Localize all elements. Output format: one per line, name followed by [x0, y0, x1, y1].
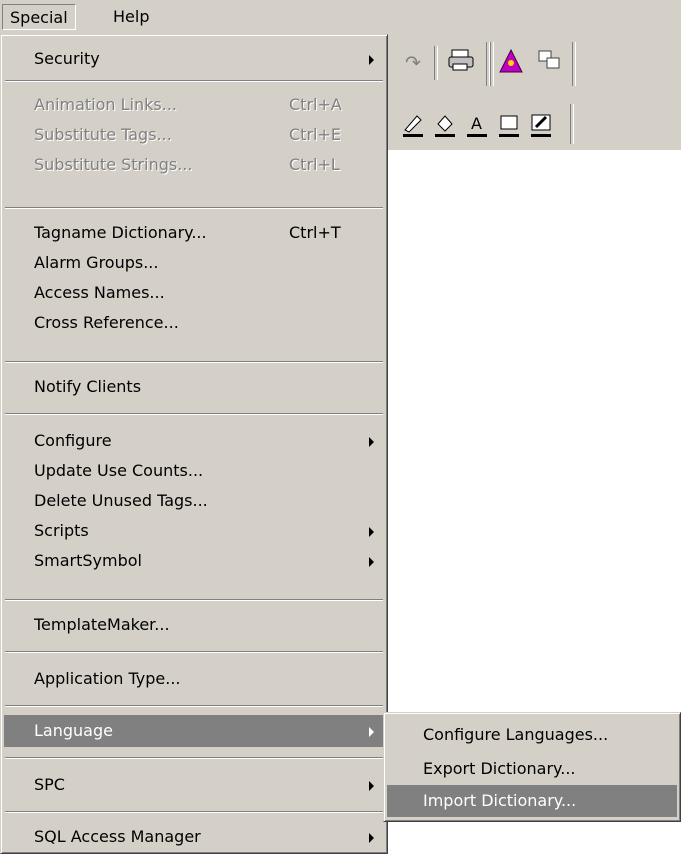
menu-item-animation-links[interactable]: Animation Links... Ctrl+A [4, 89, 384, 121]
menu-item-label: Scripts [34, 521, 89, 540]
menu-item-tagname-dictionary[interactable]: Tagname Dictionary... Ctrl+T [4, 217, 384, 249]
menu-item-label: Notify Clients [34, 377, 142, 396]
menu-separator [5, 651, 383, 653]
fill-color-icon[interactable] [430, 112, 460, 142]
submenu-item-export-dictionary[interactable]: Export Dictionary... [387, 753, 677, 785]
submenu-arrow-icon [369, 527, 374, 537]
line-color-icon[interactable] [398, 112, 428, 142]
menu-item-shortcut: Ctrl+A [289, 95, 342, 114]
submenu-arrow-icon [369, 727, 374, 737]
menu-separator [5, 80, 383, 82]
menu-item-label: Language [34, 721, 113, 740]
menu-item-update-use-counts[interactable]: Update Use Counts... [4, 455, 384, 487]
menu-item-smartsymbol[interactable]: SmartSymbol [4, 545, 384, 577]
toolbar-separator [570, 104, 574, 144]
menu-item-label: Delete Unused Tags... [34, 491, 208, 510]
submenu-arrow-icon [369, 557, 374, 567]
toolbar-separator [490, 42, 494, 86]
menu-item-alarm-groups[interactable]: Alarm Groups... [4, 247, 384, 279]
menu-item-label: Substitute Tags... [34, 125, 172, 144]
menu-item-label: Cross Reference... [34, 313, 179, 332]
menu-item-label: SQL Access Manager [34, 827, 201, 846]
special-menu: Security Animation Links... Ctrl+A Subst… [0, 34, 388, 854]
language-submenu: Configure Languages... Export Dictionary… [383, 712, 681, 822]
menu-item-label: Security [34, 49, 100, 68]
menu-item-label: Export Dictionary... [423, 759, 576, 778]
menu-item-cross-reference[interactable]: Cross Reference... [4, 307, 384, 339]
submenu-arrow-icon [369, 781, 374, 791]
toolbar-separator [434, 46, 438, 80]
menu-help[interactable]: Help [106, 4, 156, 30]
menu-item-sql-access-manager[interactable]: SQL Access Manager [4, 821, 384, 853]
menu-item-label: Alarm Groups... [34, 253, 159, 272]
svg-text:A: A [471, 114, 482, 133]
menu-item-label: Substitute Strings... [34, 155, 193, 174]
menu-item-label: Tagname Dictionary... [34, 223, 207, 242]
submenu-item-configure-languages[interactable]: Configure Languages... [387, 719, 677, 751]
menu-separator [5, 757, 383, 759]
menu-item-scripts[interactable]: Scripts [4, 515, 384, 547]
redo-icon[interactable]: ↷ [398, 48, 428, 78]
submenu-arrow-icon [369, 437, 374, 447]
submenu-arrow-icon [369, 833, 374, 843]
convert-icon[interactable] [534, 48, 564, 78]
menu-separator [5, 413, 383, 415]
menu-item-label: SmartSymbol [34, 551, 142, 570]
menu-item-label: Access Names... [34, 283, 165, 302]
menu-item-security[interactable]: Security [4, 43, 384, 75]
menu-item-label: SPC [34, 775, 65, 794]
menu-item-language[interactable]: Language [4, 715, 384, 747]
menu-item-substitute-strings[interactable]: Substitute Strings... Ctrl+L [4, 149, 384, 181]
menu-item-access-names[interactable]: Access Names... [4, 277, 384, 309]
menu-item-substitute-tags[interactable]: Substitute Tags... Ctrl+E [4, 119, 384, 151]
menu-item-label: Configure Languages... [423, 725, 609, 744]
menu-item-label: Import Dictionary... [423, 791, 577, 810]
print-icon[interactable] [446, 48, 476, 78]
menu-item-notify-clients[interactable]: Notify Clients [4, 371, 384, 403]
menu-special[interactable]: Special [2, 4, 76, 30]
menu-item-label: Configure [34, 431, 112, 450]
menu-item-spc[interactable]: SPC [4, 769, 384, 801]
menu-separator [5, 207, 383, 209]
menu-bar: Special Help [0, 0, 681, 34]
menu-separator [5, 705, 383, 707]
color-pen-icon[interactable] [526, 112, 556, 142]
window-color-icon[interactable] [494, 112, 524, 142]
menu-separator [5, 811, 383, 813]
menu-item-label: Animation Links... [34, 95, 178, 114]
menu-item-configure[interactable]: Configure [4, 425, 384, 457]
menu-item-shortcut: Ctrl+T [289, 223, 341, 242]
menu-item-templatemaker[interactable]: TemplateMaker... [4, 609, 384, 641]
menu-separator [5, 599, 383, 601]
menu-item-label: TemplateMaker... [34, 615, 170, 634]
menu-item-application-type[interactable]: Application Type... [4, 663, 384, 695]
menu-item-shortcut: Ctrl+E [289, 125, 341, 144]
submenu-item-import-dictionary[interactable]: Import Dictionary... [387, 785, 677, 817]
menu-item-delete-unused-tags[interactable]: Delete Unused Tags... [4, 485, 384, 517]
wizard-icon[interactable] [496, 48, 526, 78]
menu-item-label: Update Use Counts... [34, 461, 204, 480]
submenu-arrow-icon [369, 55, 374, 65]
text-color-icon[interactable]: A [462, 112, 492, 142]
menu-item-label: Application Type... [34, 669, 181, 688]
menu-separator [5, 361, 383, 363]
menu-item-shortcut: Ctrl+L [289, 155, 340, 174]
toolbar-separator [572, 42, 576, 86]
